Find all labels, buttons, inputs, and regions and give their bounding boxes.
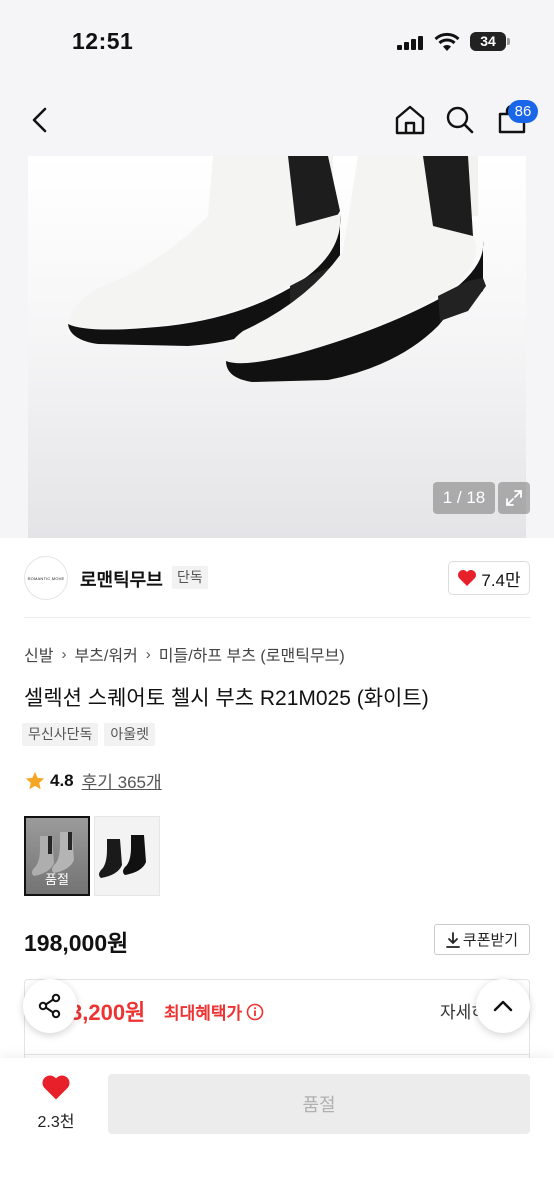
product-title: 셀렉션 스퀘어토 첼시 부츠 R21M025 (화이트) (24, 687, 429, 710)
benefit-divider (24, 1054, 530, 1055)
brand-name[interactable]: 로맨틱무브 (80, 566, 163, 592)
battery-icon: 34 (470, 32, 506, 51)
home-button[interactable] (390, 100, 430, 140)
wishlist-button[interactable]: 2.3천 (28, 1074, 84, 1132)
chevron-left-icon (32, 107, 47, 133)
boots-illustration (68, 156, 486, 382)
info-icon[interactable] (246, 1003, 264, 1021)
status-bar: 12:51 34 (0, 0, 554, 84)
soldout-label: 품절 (45, 872, 69, 887)
scroll-top-button[interactable] (476, 979, 530, 1033)
back-button[interactable] (20, 100, 60, 140)
rating-value: 4.8 (50, 770, 74, 790)
benefit-label-text: 최대혜택가 (164, 1004, 243, 1023)
breadcrumb-item-boots[interactable]: 부츠/워커 (74, 642, 137, 666)
home-icon (395, 105, 425, 135)
header (0, 84, 554, 156)
wifi-icon (434, 32, 460, 51)
chevron-right-icon: › (61, 645, 67, 663)
product-tags: 무신사단독 아울렛 (22, 723, 156, 746)
star-icon (25, 771, 45, 789)
wishlist-count: 2.3천 (37, 1114, 75, 1131)
breadcrumb: 신발 › 부츠/워커 › 미들/하프 부츠 (로맨틱무브) (24, 642, 345, 666)
brand-logo[interactable]: ROMANTIC MOVE (24, 556, 68, 600)
color-option-white[interactable]: 품절 (24, 816, 90, 896)
exclusive-tag: 단독 (172, 566, 208, 589)
expand-image-button[interactable] (498, 482, 530, 514)
breadcrumb-item-shoes[interactable]: 신발 (24, 642, 53, 666)
benefit-label: 최대혜택가 (164, 999, 264, 1024)
battery-tip (507, 38, 510, 45)
product-image[interactable] (28, 156, 526, 538)
color-option-black[interactable] (94, 816, 160, 896)
rating-row: 4.8 후기 365개 (24, 768, 162, 793)
signal-icon (397, 36, 425, 50)
brand-logo-text: ROMANTIC MOVE (27, 575, 65, 581)
product-price: 198,000원 (24, 930, 129, 956)
breadcrumb-item-middle-boots[interactable]: 미들/하프 부츠 (로맨틱무브) (159, 642, 345, 666)
status-time: 12:51 (72, 28, 134, 54)
heart-icon (42, 1075, 70, 1100)
coupon-label: 쿠폰받기 (462, 932, 519, 949)
share-icon (38, 993, 61, 1019)
black-boots-thumbnail (99, 835, 146, 878)
brand-like-button[interactable]: 7.4만 (448, 561, 530, 595)
search-button[interactable] (440, 100, 480, 140)
tag-outlet: 아울렛 (104, 723, 156, 746)
download-icon (445, 931, 460, 948)
divider (24, 617, 530, 618)
chevron-up-icon (493, 1000, 513, 1012)
soldout-overlay: 품절 (26, 818, 88, 894)
coupon-button[interactable]: 쿠폰받기 (434, 924, 530, 955)
search-icon (446, 106, 474, 134)
share-button[interactable] (23, 979, 77, 1033)
expand-icon (506, 490, 522, 506)
soldout-purchase-button[interactable]: 품절 (108, 1074, 530, 1134)
brand-like-count: 7.4만 (481, 570, 521, 590)
tag-exclusive: 무신사단독 (22, 723, 99, 746)
product-gallery[interactable] (0, 156, 554, 538)
review-link[interactable]: 후기 365개 (82, 768, 162, 793)
benefit-price: 3,200원 (70, 1000, 146, 1025)
chevron-right-icon: › (145, 645, 151, 663)
image-counter: 1 / 18 (433, 482, 495, 514)
heart-icon (458, 570, 477, 586)
cart-count-badge: 86 (508, 100, 538, 123)
